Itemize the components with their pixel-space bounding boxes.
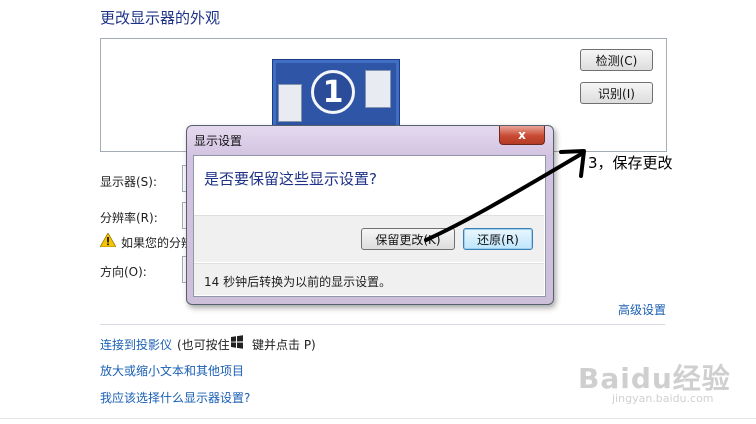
bottom-border (0, 418, 756, 419)
watermark-logo: Baidu经验 (578, 362, 731, 395)
watermark-url: jingyan.baidu.com (612, 392, 714, 405)
